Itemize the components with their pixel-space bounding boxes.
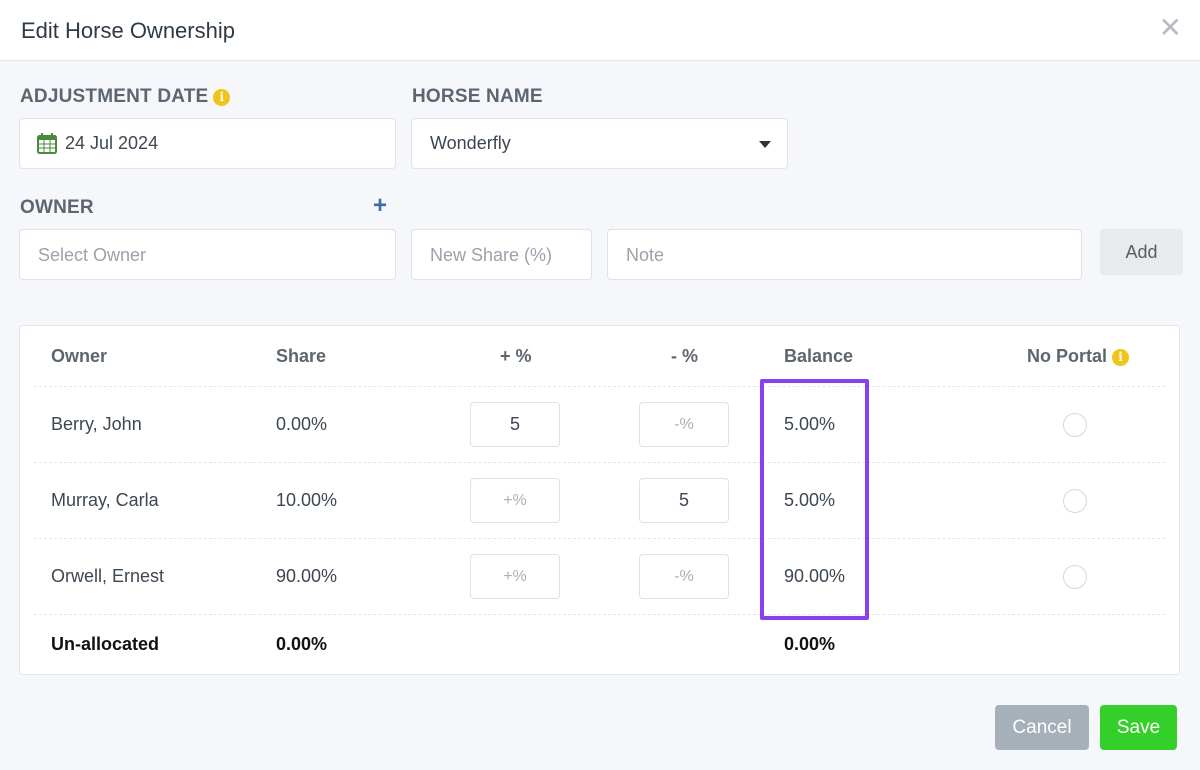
info-icon[interactable]: i (213, 89, 231, 106)
row-divider (34, 386, 1165, 387)
header-owner: Owner (51, 346, 108, 366)
no-portal-radio[interactable] (1063, 489, 1087, 513)
row-divider (34, 462, 1165, 463)
header-plus: + % (500, 346, 532, 366)
header-minus: - % (671, 346, 698, 366)
row-balance: 90.00% (784, 566, 846, 586)
no-portal-radio[interactable] (1063, 413, 1087, 437)
header-no-portal-label: No Portal (1027, 346, 1108, 366)
header-balance: Balance (784, 346, 854, 366)
plus-percent-input[interactable]: 5 (470, 402, 560, 447)
info-icon[interactable]: i (1112, 349, 1130, 366)
plus-percent-input[interactable]: +% (470, 554, 560, 599)
note-placeholder: Note (626, 245, 665, 265)
owner-label: OWNER (20, 197, 94, 218)
row-owner: Murray, Carla (51, 490, 159, 510)
chevron-down-icon (759, 141, 771, 148)
new-share-placeholder: New Share (%) (430, 245, 553, 265)
note-input[interactable]: Note (607, 229, 1082, 280)
owner-placeholder: Select Owner (38, 245, 147, 265)
header-no-portal: No Portal i (1027, 346, 1130, 367)
row-owner: Berry, John (51, 414, 142, 434)
minus-percent-input[interactable]: -% (639, 554, 729, 599)
modal-title: Edit Horse Ownership (21, 18, 235, 43)
row-divider (34, 614, 1165, 615)
owner-select[interactable]: Select Owner (19, 229, 396, 280)
cancel-button[interactable]: Cancel (995, 705, 1089, 750)
row-share: 90.00% (276, 566, 338, 586)
close-icon[interactable]: ✕ (1159, 14, 1182, 42)
unallocated-balance: 0.00% (784, 634, 836, 654)
row-share: 0.00% (276, 414, 328, 434)
new-share-input[interactable]: New Share (%) (411, 229, 592, 280)
unallocated-label: Un-allocated (51, 634, 160, 654)
adjustment-date-input[interactable]: 24 Jul 2024 (19, 118, 396, 169)
minus-percent-input[interactable]: 5 (639, 478, 729, 523)
add-owner-icon[interactable]: + (373, 194, 387, 218)
row-balance: 5.00% (784, 414, 836, 434)
ownership-table: Owner Share + % - % Balance No Portal i B… (19, 325, 1180, 675)
header-share: Share (276, 346, 327, 366)
add-button[interactable]: Add (1100, 229, 1183, 275)
adjustment-date-label: ADJUSTMENT DATE i (20, 86, 231, 108)
row-balance: 5.00% (784, 490, 836, 510)
horse-name-label: HORSE NAME (412, 86, 543, 107)
plus-percent-input[interactable]: +% (470, 478, 560, 523)
adjustment-date-value: 24 Jul 2024 (65, 133, 159, 153)
horse-name-value: Wonderfly (430, 133, 511, 153)
no-portal-radio[interactable] (1063, 565, 1087, 589)
calendar-icon (37, 133, 57, 154)
minus-percent-input[interactable]: -% (639, 402, 729, 447)
adjustment-date-label-text: ADJUSTMENT DATE (20, 86, 209, 107)
row-owner: Orwell, Ernest (51, 566, 165, 586)
save-button[interactable]: Save (1100, 705, 1177, 750)
row-share: 10.00% (276, 490, 338, 510)
modal-header: Edit Horse Ownership ✕ (0, 0, 1200, 61)
horse-name-select[interactable]: Wonderfly (411, 118, 788, 169)
row-divider (34, 538, 1165, 539)
unallocated-share: 0.00% (276, 634, 328, 654)
